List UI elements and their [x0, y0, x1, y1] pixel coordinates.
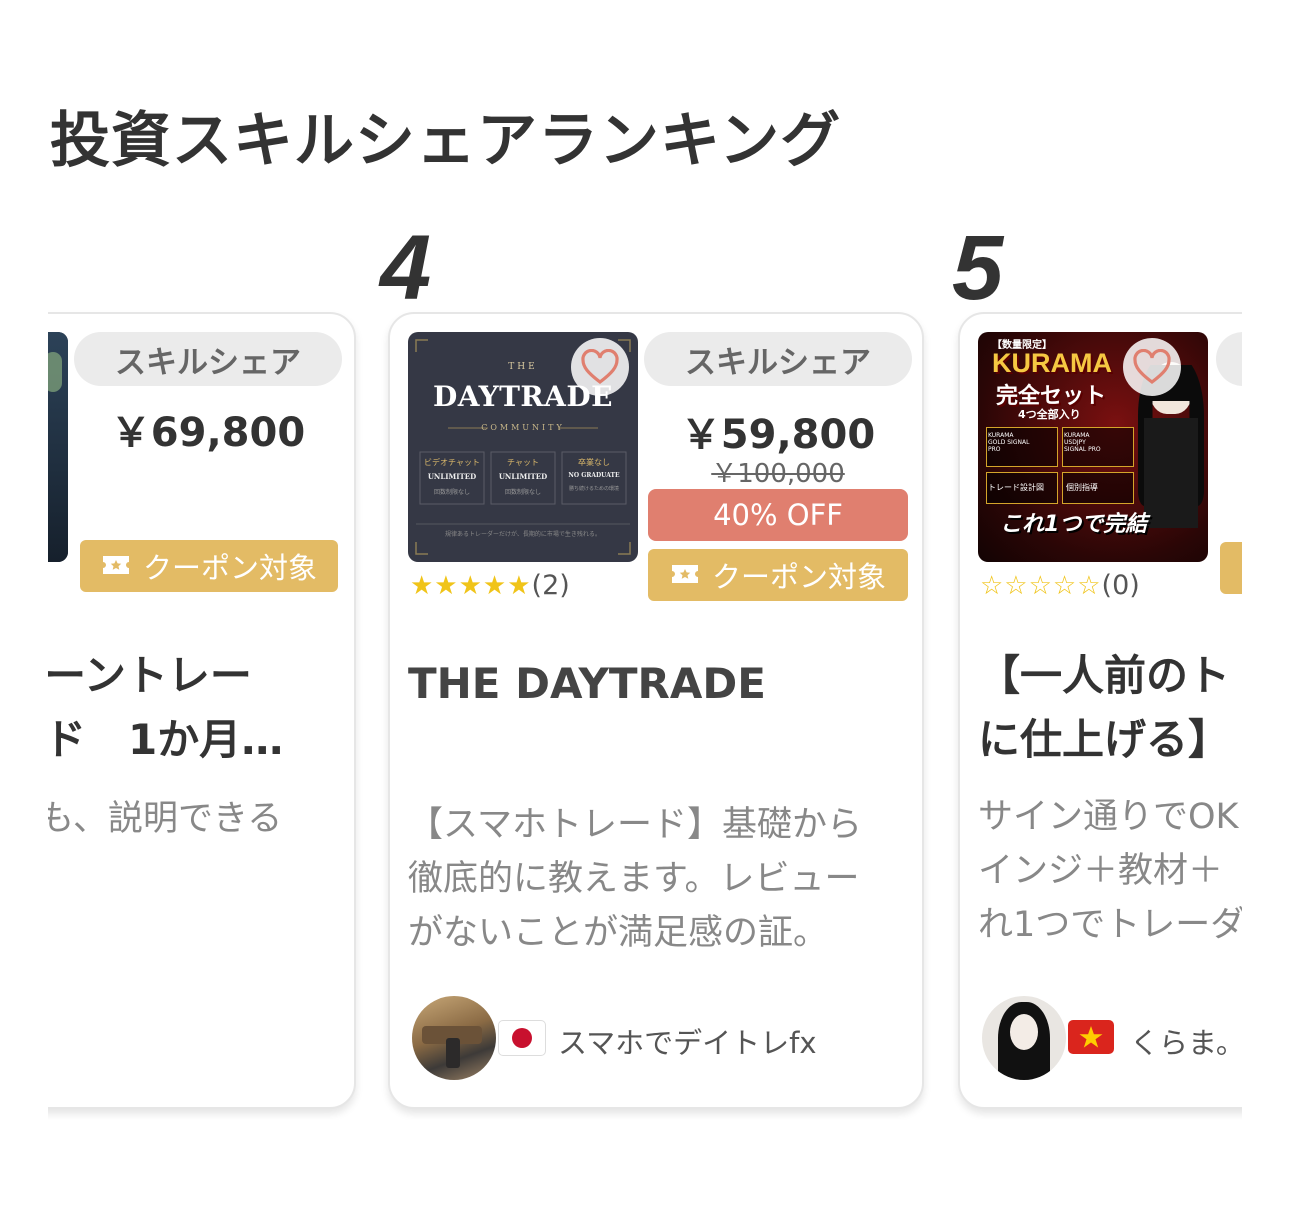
- ranking-carousel[interactable]: スキルシェア ￥69,800 クーポン対象 ヴーントレー ッド 1か月… ）も、…: [48, 200, 1242, 1120]
- thumb-brand: KURAMA: [992, 348, 1112, 378]
- thumb-box-2-bot: 回数制限なし: [504, 489, 541, 496]
- card-description-line-3: れ1つでトレーダ: [978, 905, 1242, 945]
- ticket-icon: [670, 558, 700, 592]
- category-badge: [1216, 332, 1242, 386]
- thumb-footer: これ1つで完結: [1000, 512, 1148, 537]
- coupon-badge: クーポン対象: [80, 540, 338, 592]
- heart-icon: [1133, 349, 1171, 385]
- thumb-footer: 規律あるトレーダーだけが、長期的に市場で生き残れる。: [445, 531, 601, 538]
- price: ￥69,800: [110, 410, 306, 456]
- thumb-box-1-mid: UNLIMITED: [427, 472, 477, 481]
- ranking-card-3[interactable]: スキルシェア ￥69,800 クーポン対象 ヴーントレー ッド 1か月… ）も、…: [48, 312, 356, 1109]
- rating-stars: ☆☆☆☆☆(0): [980, 570, 1140, 601]
- review-count: (0): [1101, 570, 1140, 601]
- thumb-box-1-bot: 回数制限なし: [433, 489, 470, 496]
- seller-avatar[interactable]: [412, 996, 496, 1080]
- thumb-sub: 4つ全部入り: [1018, 408, 1081, 421]
- rank-number-5: 5: [952, 217, 1004, 319]
- price: ￥59,800: [680, 412, 876, 458]
- card-title-line-2: ッド 1か月…: [48, 715, 284, 764]
- coupon-label: クーポン対象: [142, 551, 317, 585]
- card-description: 【スマホトレード】基礎から 徹底的に教えます。レビュー がないことが満足感の証。: [408, 798, 862, 960]
- favorite-button[interactable]: [1123, 338, 1181, 396]
- seller-name[interactable]: スマホでデイトレfx: [558, 1020, 817, 1062]
- thumb-box-1-top: ビデオチャット: [424, 458, 480, 467]
- card-description-line-1: 【スマホトレード】基礎から: [408, 805, 862, 845]
- review-count: (2): [531, 570, 570, 601]
- card-title-line-1: 【一人前のト: [978, 651, 1231, 700]
- category-badge: スキルシェア: [74, 332, 342, 386]
- coupon-badge: クーポン対象: [648, 549, 908, 601]
- card-title[interactable]: THE DAYTRADE: [408, 652, 766, 716]
- rating-stars: ★★★★★(2): [410, 570, 570, 601]
- thumb-box-2-top: チャット: [507, 458, 539, 467]
- thumb-item-3: トレード設計図: [988, 483, 1044, 492]
- thumb-item-1: KURAMA GOLD SIGNAL PRO: [988, 432, 1030, 453]
- card-title-line-2: に仕上げる】: [978, 715, 1231, 764]
- heart-icon: [581, 349, 619, 385]
- japan-flag-icon: [498, 1020, 546, 1056]
- card-description-line-2: 徹底的に教えます。レビュー: [408, 859, 860, 899]
- page-title: 投資スキルシェアランキング: [50, 106, 842, 176]
- thumb-box-3: 卒業なし NO GRADUATE 勝ち続けるための環境: [562, 457, 626, 492]
- rank-number-4: 4: [380, 217, 432, 319]
- thumb-box-1: ビデオチャット UNLIMITED 回数制限なし: [420, 457, 484, 496]
- coupon-label: クーポン対象: [711, 560, 886, 594]
- card-title[interactable]: 【一人前のト に仕上げる】: [978, 644, 1230, 772]
- discount-badge: 40% OFF: [648, 489, 908, 541]
- thumb-brand-sub: COMMUNITY: [481, 423, 565, 432]
- card-description: ）も、説明できる: [48, 792, 282, 846]
- thumb-item-2: KURAMA USDJPY SIGNAL PRO: [1064, 432, 1101, 453]
- card-description: サイン通りでOK インジ＋教材＋ れ1つでトレーダ: [978, 790, 1242, 952]
- card-title-line-1: ヴーントレー: [48, 651, 252, 700]
- thumb-box-2: チャット UNLIMITED 回数制限なし: [491, 457, 555, 496]
- favorite-button[interactable]: [571, 338, 629, 396]
- thumb-item-4: 個別指導: [1066, 483, 1098, 492]
- card-description-line-2: インジ＋教材＋: [978, 851, 1224, 891]
- seller-name[interactable]: くらま。: [1130, 1020, 1242, 1062]
- seller-avatar[interactable]: [982, 996, 1066, 1080]
- card-description-line-3: がないことが満足感の証。: [408, 913, 829, 953]
- thumb-box-3-mid: NO GRADUATE: [568, 472, 620, 479]
- thumb-box-3-bot: 勝ち続けるための環境: [568, 486, 619, 492]
- category-badge: スキルシェア: [644, 332, 912, 386]
- thumb-box-3-top: 卒業なし: [578, 458, 610, 467]
- card-title[interactable]: ヴーントレー ッド 1か月…: [48, 644, 283, 772]
- vietnam-flag-icon: [1068, 1020, 1114, 1054]
- original-price: ￥100,000: [711, 459, 845, 489]
- product-thumbnail[interactable]: [48, 332, 68, 562]
- star-icons: ★★★★★: [410, 571, 532, 601]
- star-icons: ☆☆☆☆☆: [980, 571, 1102, 601]
- coupon-badge: [1220, 542, 1242, 594]
- thumb-box-2-mid: UNLIMITED: [498, 472, 548, 481]
- ranking-card-4[interactable]: THE DAYTRADE COMMUNITY ビデオチャット UNLIMITED…: [388, 312, 924, 1109]
- ranking-card-5[interactable]: 【数量限定】 KURAMA 完全セット 4つ全部入り KURAMA GOLD S…: [958, 312, 1242, 1109]
- ticket-icon: [101, 549, 131, 583]
- card-description-line-1: サイン通りでOK: [978, 797, 1239, 837]
- card-description-line-1: ）も、説明できる: [48, 799, 283, 839]
